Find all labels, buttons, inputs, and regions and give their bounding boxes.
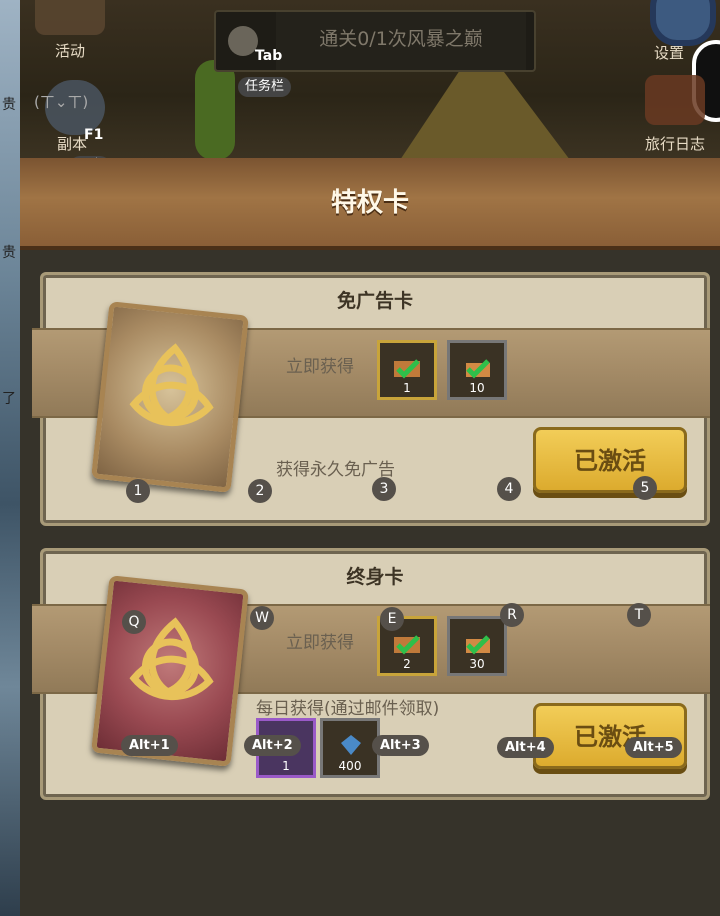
triquetra-icon — [129, 343, 214, 426]
hotkey-badge: 5 — [633, 476, 657, 500]
reward-item[interactable]: 1 — [377, 340, 437, 400]
instant-reward-label: 立即获得 — [286, 357, 354, 377]
ticket-icon — [394, 635, 420, 655]
hotkey-badge: 2 — [248, 479, 272, 503]
strip-char: 贵 — [2, 97, 16, 113]
alt-hotkey-badge: Alt+2 — [244, 735, 301, 756]
strip-char: 贵 — [2, 245, 16, 261]
hotkey-badge: T — [627, 603, 651, 627]
ticket-icon — [466, 359, 490, 379]
item-count: 30 — [469, 657, 485, 671]
activity-button[interactable]: 活动 — [30, 0, 110, 70]
quest-icon — [228, 26, 258, 56]
reward-item[interactable]: 30 — [447, 616, 507, 676]
hotkey-badge: 1 — [126, 479, 150, 503]
hotkey-badge: 3 — [372, 477, 396, 501]
tab-hotkey: Tab — [255, 48, 283, 64]
alt-hotkey-badge: Alt+3 — [372, 735, 429, 756]
emoticon-text: (ㄒ⌄ㄒ) — [34, 93, 89, 111]
hotkey-badge: R — [500, 603, 524, 627]
hotkey-badge: E — [380, 607, 404, 631]
alt-hotkey-badge: Alt+1 — [121, 735, 178, 756]
quest-text: 通关0/1次风暴之巅 — [276, 12, 526, 70]
gear-icon — [650, 0, 716, 46]
dungeon-hotkey: F1 — [84, 127, 104, 143]
no-ads-card-image — [91, 301, 249, 493]
settings-button[interactable]: 设置 — [640, 0, 716, 62]
title-banner: 特权卡 — [20, 158, 720, 250]
hotkey-badge: 4 — [497, 477, 521, 501]
activity-label: 活动 — [54, 42, 85, 60]
strip-char: 了 — [2, 391, 16, 407]
instant-reward-label: 立即获得 — [286, 633, 354, 653]
page-title: 特权卡 — [330, 188, 409, 218]
cactus-decoration — [195, 60, 235, 160]
journal-icon — [645, 75, 705, 125]
daily-reward-item[interactable]: 400 — [320, 718, 380, 778]
alt-hotkey-badge: Alt+4 — [497, 737, 554, 758]
card-description: 获得永久免广告 — [276, 460, 395, 480]
daily-reward-label: 每日获得(通过邮件领取) — [256, 699, 440, 719]
ticket-icon — [466, 635, 490, 655]
activated-button[interactable]: 已激活 — [533, 427, 687, 493]
activity-icon — [35, 0, 105, 35]
item-count: 2 — [403, 657, 411, 671]
item-count: 1 — [403, 381, 411, 395]
item-count: 400 — [338, 759, 362, 773]
journal-button[interactable]: 旅行日志 — [630, 75, 720, 155]
ticket-icon — [394, 359, 420, 379]
reward-item[interactable]: 10 — [447, 340, 507, 400]
activated-button[interactable]: 已激活 — [533, 703, 687, 769]
item-count: 1 — [282, 759, 290, 773]
taskbar-hint: 任务栏 — [238, 77, 292, 97]
hotkey-badge: W — [250, 606, 274, 630]
item-count: 10 — [469, 381, 485, 395]
dungeon-button[interactable]: 副本 — [40, 75, 130, 155]
hotkey-badge: Q — [122, 610, 146, 634]
gem-icon — [341, 735, 361, 755]
alt-hotkey-badge: Alt+5 — [625, 737, 682, 758]
background-strip: 贵 贵 了 — [0, 0, 20, 916]
journal-label: 旅行日志 — [644, 135, 705, 153]
